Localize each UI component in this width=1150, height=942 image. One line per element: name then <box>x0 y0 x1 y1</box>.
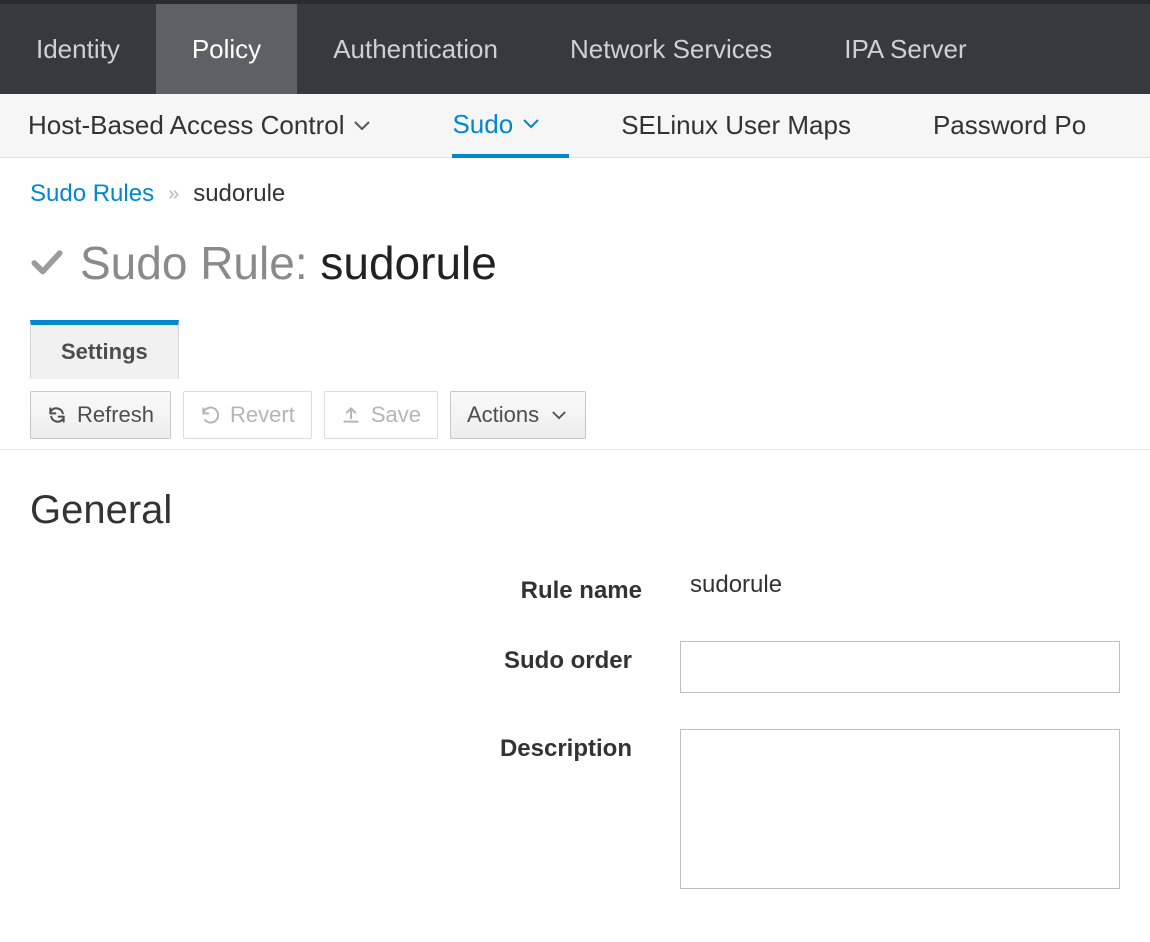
button-label: Save <box>371 402 421 428</box>
nav-label: Identity <box>36 34 120 65</box>
breadcrumb: Sudo Rules » sudorule <box>0 158 1150 218</box>
page-heading-name: sudorule <box>320 237 496 289</box>
field-label: Description <box>30 729 680 763</box>
page-title: Sudo Rule: sudorule <box>0 218 1150 320</box>
field-value: sudorule <box>690 571 1120 599</box>
field-rule-name: Rule name sudorule <box>30 571 1120 605</box>
check-icon <box>30 246 64 280</box>
nav-identity[interactable]: Identity <box>0 4 156 94</box>
section-general: General Rule name sudorule Sudo order De… <box>0 450 1150 942</box>
button-label: Revert <box>230 402 295 428</box>
nav-label: Authentication <box>333 34 498 65</box>
subnav-label: Password Po <box>933 110 1086 141</box>
save-button[interactable]: Save <box>324 391 438 439</box>
sudo-order-input[interactable] <box>680 641 1120 693</box>
nav-authentication[interactable]: Authentication <box>297 4 534 94</box>
subnav-label: Sudo <box>452 109 513 140</box>
nav-network-services[interactable]: Network Services <box>534 4 808 94</box>
nav-policy[interactable]: Policy <box>156 4 297 94</box>
subnav-label: SELinux User Maps <box>621 110 851 141</box>
top-nav: Identity Policy Authentication Network S… <box>0 0 1150 94</box>
revert-button[interactable]: Revert <box>183 391 312 439</box>
description-textarea[interactable] <box>680 729 1120 889</box>
nav-label: Network Services <box>570 34 772 65</box>
inner-tabs: Settings <box>0 320 1150 379</box>
chevron-down-icon <box>354 121 370 131</box>
subnav-selinux-user-maps[interactable]: SELinux User Maps <box>621 94 881 157</box>
nav-label: IPA Server <box>844 34 966 65</box>
page-heading: Sudo Rule: sudorule <box>80 236 497 290</box>
field-label: Sudo order <box>30 641 680 675</box>
page-heading-prefix: Sudo Rule: <box>80 237 320 289</box>
nav-label: Policy <box>192 34 261 65</box>
nav-ipa-server[interactable]: IPA Server <box>808 4 1002 94</box>
field-label: Rule name <box>30 571 690 605</box>
subnav-label: Host-Based Access Control <box>28 110 344 141</box>
subnav-sudo[interactable]: Sudo <box>452 94 569 158</box>
refresh-icon <box>47 405 67 425</box>
button-label: Refresh <box>77 402 154 428</box>
undo-icon <box>200 405 220 425</box>
section-heading: General <box>30 488 1120 533</box>
field-description: Description <box>30 729 1120 896</box>
breadcrumb-parent-link[interactable]: Sudo Rules <box>30 180 154 208</box>
chevron-down-icon <box>549 405 569 425</box>
breadcrumb-separator-icon: » <box>168 183 179 206</box>
breadcrumb-current: sudorule <box>193 180 285 208</box>
tab-settings[interactable]: Settings <box>30 320 179 379</box>
actions-dropdown-button[interactable]: Actions <box>450 391 586 439</box>
sub-nav: Host-Based Access Control Sudo SELinux U… <box>0 94 1150 158</box>
toolbar: Refresh Revert Save Actions <box>0 379 1150 450</box>
field-sudo-order: Sudo order <box>30 641 1120 693</box>
upload-icon <box>341 405 361 425</box>
subnav-hbac[interactable]: Host-Based Access Control <box>28 94 400 157</box>
refresh-button[interactable]: Refresh <box>30 391 171 439</box>
button-label: Actions <box>467 402 539 428</box>
chevron-down-icon <box>523 119 539 129</box>
subnav-password-policies[interactable]: Password Po <box>933 94 1116 157</box>
